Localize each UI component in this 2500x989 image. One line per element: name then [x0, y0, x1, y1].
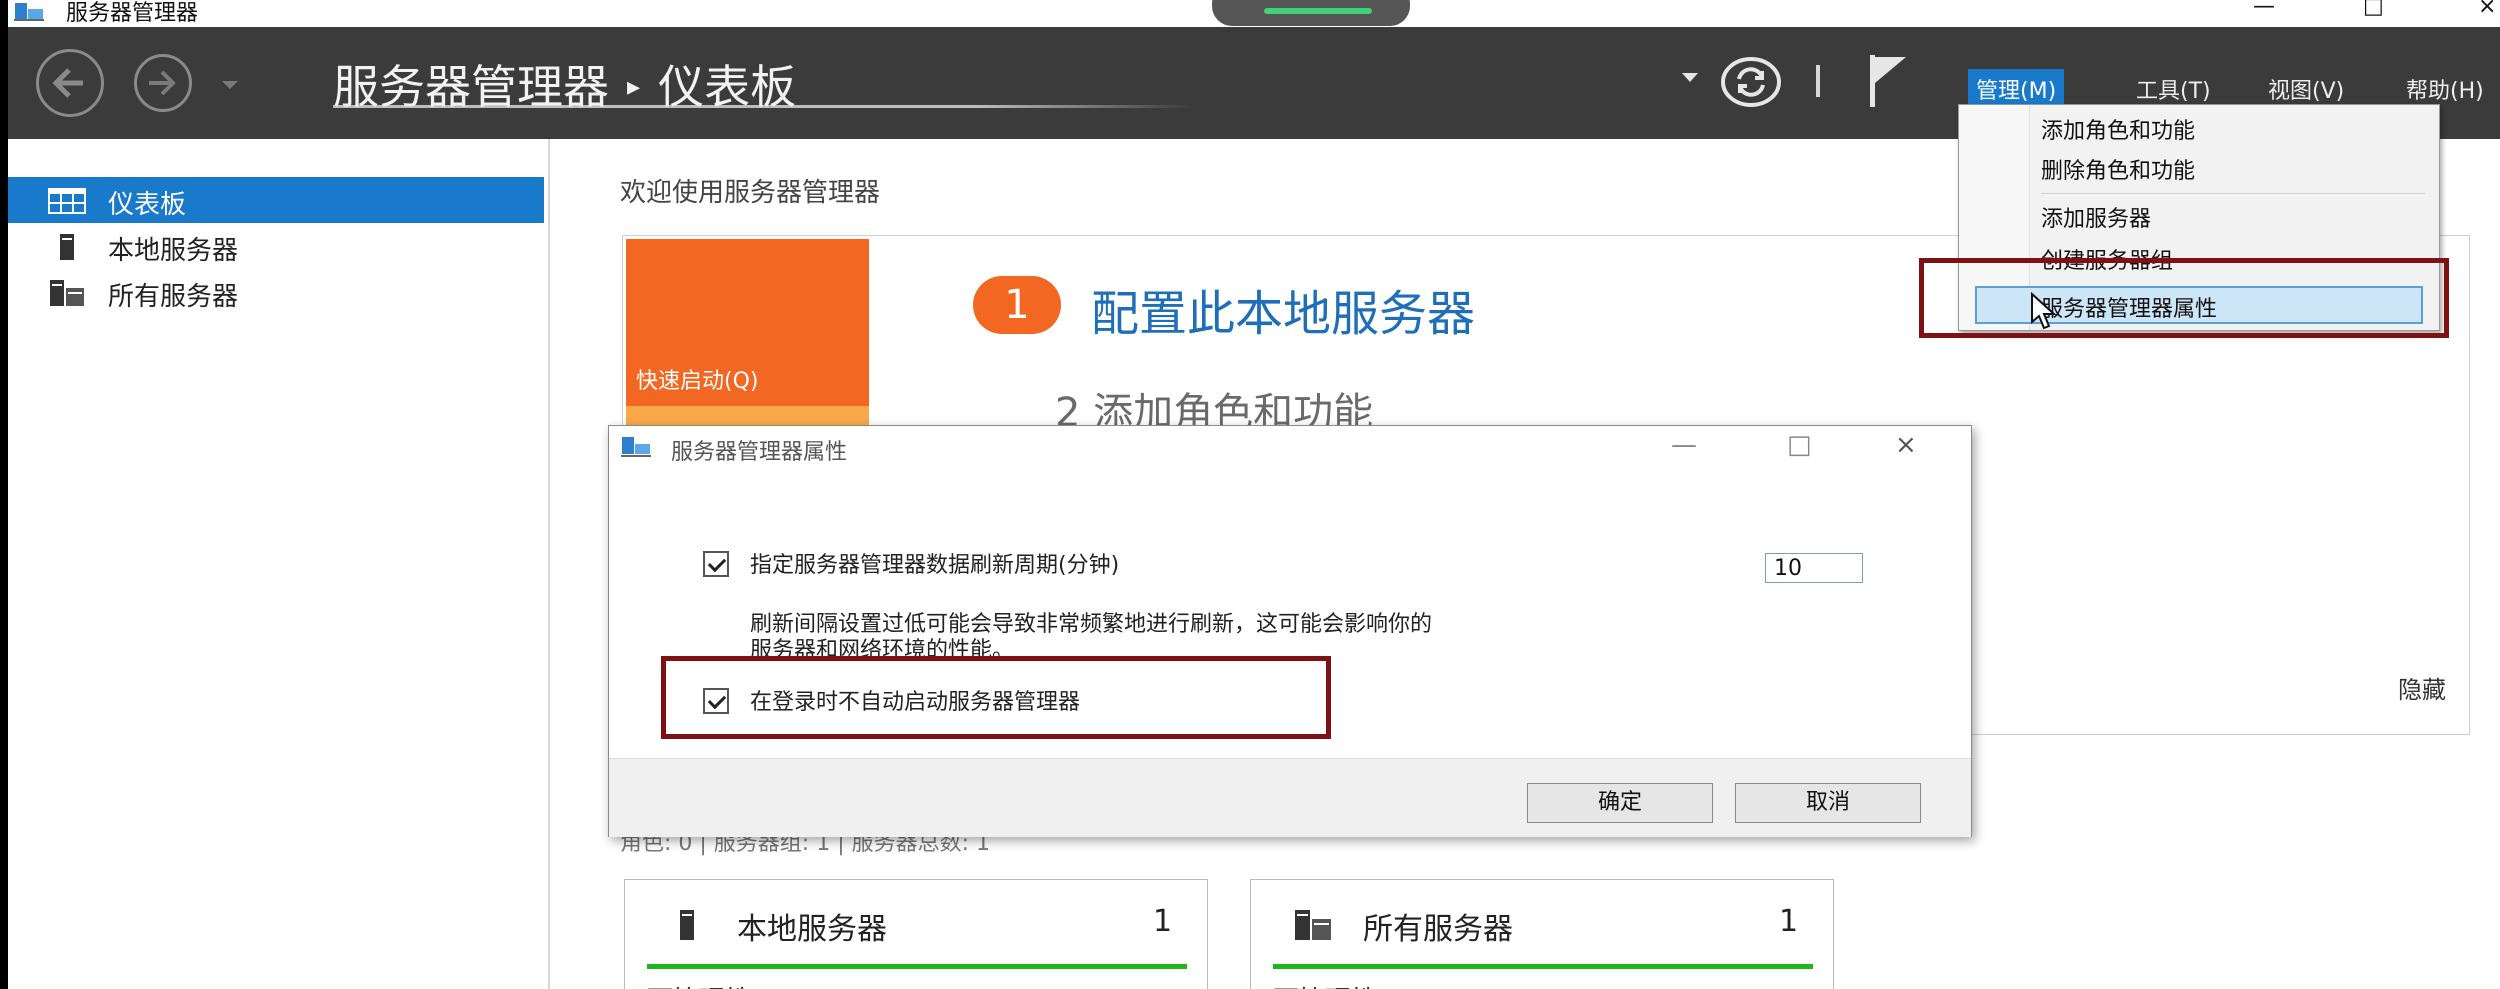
tile-title: 本地服务器 — [737, 912, 887, 947]
local-server-icon — [680, 910, 694, 940]
mouse-cursor-icon — [2031, 292, 2057, 330]
drag-handle[interactable] — [1212, 0, 1410, 26]
history-dropdown-icon[interactable] — [220, 79, 240, 91]
arrow-right-icon — [149, 70, 176, 96]
dialog-close-icon[interactable]: × — [1895, 430, 1917, 460]
window-title: 服务器管理器 — [66, 1, 199, 26]
view-menu[interactable]: 视图(V) — [2260, 69, 2352, 109]
maximize-icon[interactable]: □ — [2363, 0, 2384, 19]
dialog-title-bar[interactable]: 服务器管理器属性 — □ × — [609, 426, 1971, 470]
hide-link[interactable]: 隐藏 — [2398, 670, 2446, 705]
tile-status[interactable]: 可管理性 — [1273, 980, 1377, 989]
all-servers-icon — [50, 280, 84, 306]
sidebar: 仪表板 本地服务器 所有服务器 — [8, 139, 550, 989]
annotation-highlight-box — [661, 656, 1331, 739]
tile-title: 所有服务器 — [1363, 912, 1513, 947]
menu-separator — [2041, 193, 2425, 194]
back-button[interactable] — [36, 49, 104, 117]
ok-button[interactable]: 确定 — [1527, 783, 1713, 823]
tile-status-bar — [647, 964, 1187, 969]
step-number-badge: 1 — [973, 276, 1061, 334]
tile-status[interactable]: 可管理性 — [647, 980, 751, 989]
quick-start-tab[interactable]: 快速启动(Q) — [626, 239, 869, 406]
welcome-heading: 欢迎使用服务器管理器 — [620, 178, 881, 208]
dialog-minimize-icon: — — [1671, 430, 1697, 460]
tile-all-servers[interactable]: 所有服务器 1 可管理性 — [1250, 879, 1834, 989]
sidebar-item-all-servers[interactable]: 所有服务器 — [8, 269, 544, 315]
dashboard-icon — [48, 188, 86, 214]
forward-button[interactable] — [134, 54, 192, 112]
dialog-title: 服务器管理器属性 — [671, 440, 848, 465]
dialog-maximize-icon: □ — [1787, 430, 1812, 460]
dialog-footer: 确定 取消 — [609, 758, 1971, 837]
tile-count: 1 — [1779, 904, 1799, 939]
local-server-icon — [60, 234, 74, 260]
menu-item-add-roles[interactable]: 添加角色和功能 — [2041, 113, 2195, 145]
menu-item-remove-roles[interactable]: 删除角色和功能 — [2041, 153, 2195, 185]
tile-local-server[interactable]: 本地服务器 1 可管理性 — [624, 879, 1208, 989]
cancel-button[interactable]: 取消 — [1735, 783, 1921, 823]
step-link[interactable]: 配置此本地服务器 — [1091, 274, 1475, 344]
annotation-highlight-box — [1919, 258, 2449, 338]
close-icon[interactable]: × — [2478, 0, 2496, 19]
header-dropdown-icon[interactable] — [1680, 71, 1700, 85]
breadcrumb-underline — [333, 105, 1193, 108]
help-menu[interactable]: 帮助(H) — [2398, 69, 2492, 109]
sidebar-item-local-server[interactable]: 本地服务器 — [8, 223, 544, 269]
refresh-icon[interactable] — [1720, 55, 1782, 109]
sidebar-item-label: 本地服务器 — [108, 236, 239, 266]
server-manager-properties-dialog: 服务器管理器属性 — □ × 指定服务器管理器数据刷新周期(分钟) 10 刷新间… — [608, 425, 1972, 837]
sidebar-item-dashboard[interactable]: 仪表板 — [8, 177, 544, 223]
server-manager-app-icon — [14, 3, 44, 21]
refresh-period-input[interactable]: 10 — [1765, 553, 1863, 583]
manage-menu[interactable]: 管理(M) — [1968, 69, 2065, 109]
server-manager-app-icon — [621, 437, 651, 457]
refresh-period-label: 指定服务器管理器数据刷新周期(分钟) — [750, 553, 1120, 578]
refresh-period-checkbox[interactable] — [703, 551, 729, 577]
notifications-flag-icon[interactable] — [1868, 53, 1908, 109]
tile-count: 1 — [1153, 904, 1173, 939]
minimize-icon[interactable]: — — [2253, 0, 2275, 19]
server-manager-window: 服务器管理器 — □ × 服务器管理器 ▸ 仪表板 管理(M) 工具(T) 视图… — [8, 0, 2500, 989]
breadcrumb-separator: ▸ — [627, 72, 641, 102]
menu-item-add-servers[interactable]: 添加服务器 — [2041, 201, 2151, 233]
quick-start-label: 快速启动(Q) — [636, 369, 759, 394]
header-divider — [1816, 65, 1820, 97]
arrow-left-icon — [52, 68, 83, 98]
title-bar: 服务器管理器 — □ × — [8, 0, 2500, 27]
sidebar-item-label: 仪表板 — [108, 190, 187, 220]
tools-menu[interactable]: 工具(T) — [2128, 69, 2219, 109]
all-servers-icon — [1295, 910, 1331, 940]
tile-status-bar — [1273, 964, 1813, 969]
sidebar-item-label: 所有服务器 — [108, 282, 239, 312]
